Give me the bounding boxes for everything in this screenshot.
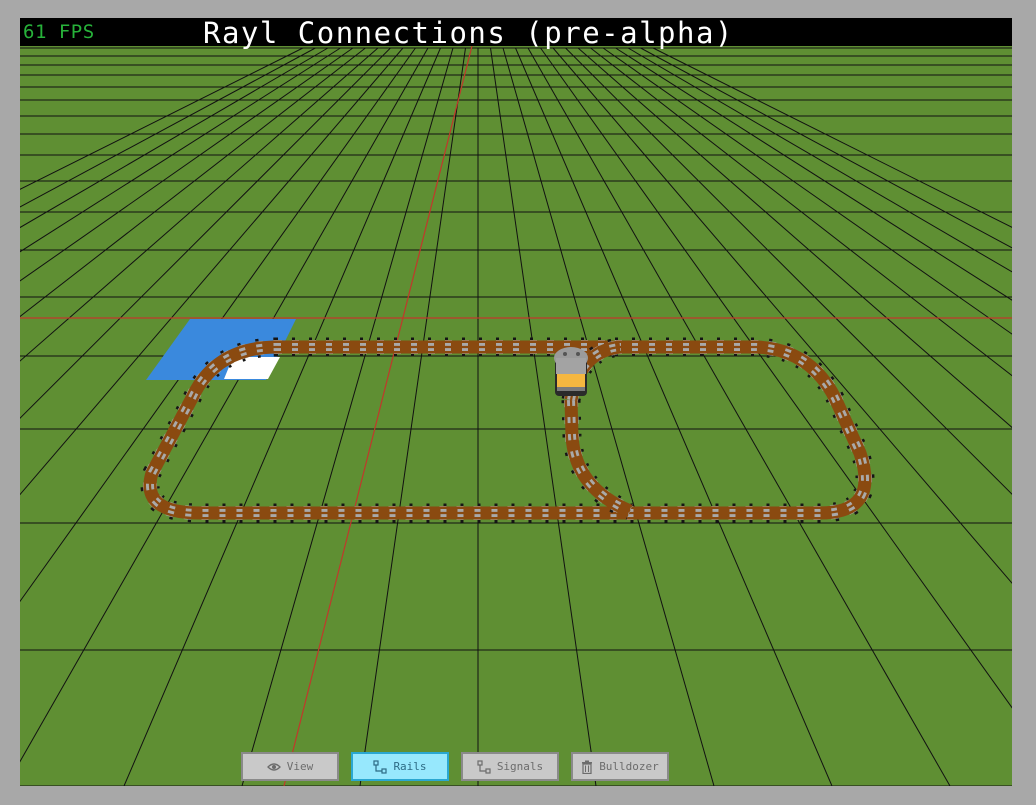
rails-icon <box>373 759 388 774</box>
scene-canvas[interactable] <box>20 18 1012 786</box>
game-title: Rayl Connections (pre-alpha) <box>203 18 734 50</box>
signals-icon <box>477 759 491 774</box>
eye-icon <box>266 762 281 771</box>
signals-button[interactable]: Signals <box>461 752 559 781</box>
rails-button[interactable]: Rails <box>351 752 449 781</box>
signals-button-label: Signals <box>496 760 544 773</box>
trash-icon <box>582 760 593 774</box>
train-locomotive[interactable] <box>554 347 588 396</box>
view-button[interactable]: View <box>241 752 339 781</box>
bulldozer-button-label: Bulldozer <box>599 760 659 773</box>
bulldozer-button[interactable]: Bulldozer <box>571 752 669 781</box>
ground-plane <box>20 18 1012 786</box>
rails-button-label: Rails <box>393 760 427 773</box>
title-bar: 61 FPS Rayl Connections (pre-alpha) <box>20 18 1012 50</box>
fps-counter: 61 FPS <box>23 21 95 43</box>
window-frame: 61 FPS Rayl Connections (pre-alpha) View… <box>0 0 1036 805</box>
view-button-label: View <box>286 760 314 773</box>
game-viewport[interactable]: 61 FPS Rayl Connections (pre-alpha) View… <box>20 18 1012 786</box>
